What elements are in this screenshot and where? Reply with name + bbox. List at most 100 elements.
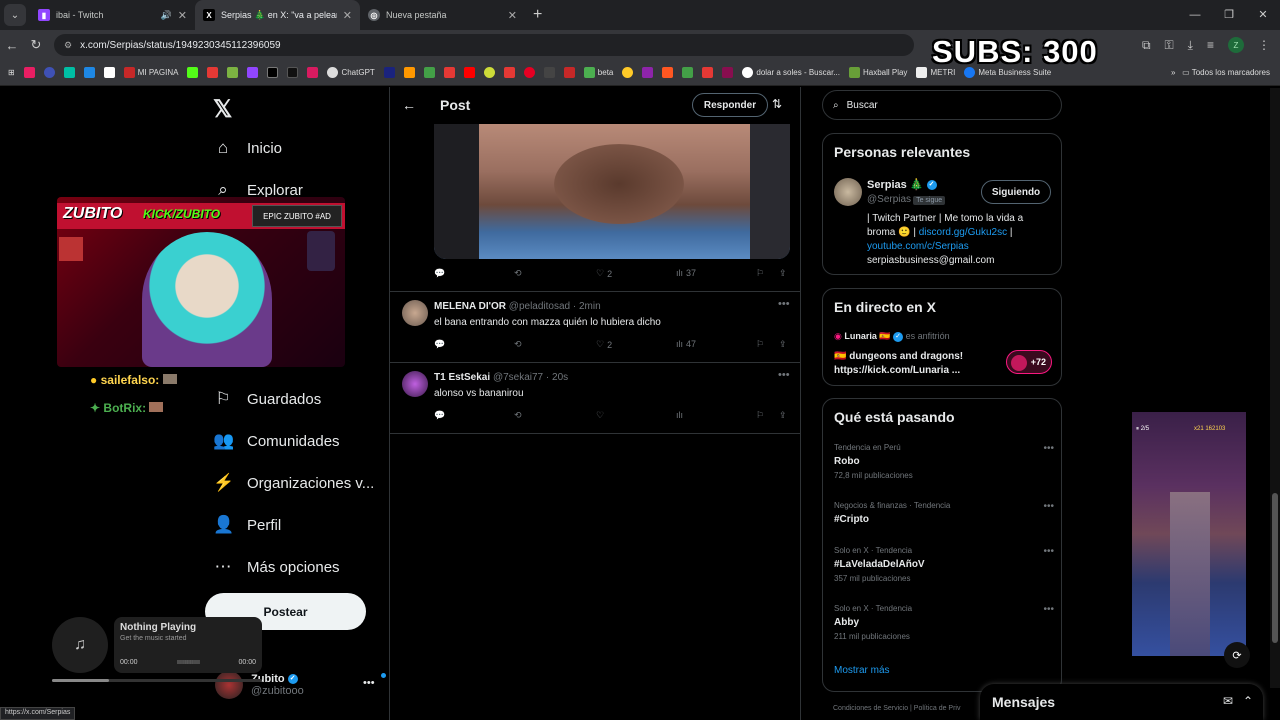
bookmark-icon[interactable] (662, 67, 674, 78)
chevron-up-icon[interactable]: ⌃ (1243, 694, 1253, 708)
bookmark-icon[interactable] (227, 67, 239, 78)
more-icon[interactable]: ••• (1043, 501, 1054, 512)
views-button[interactable]: ılı 47 (676, 339, 696, 349)
bookmark-icon[interactable] (483, 67, 495, 78)
youtube-icon[interactable] (463, 67, 475, 78)
close-window-icon[interactable]: ✕ (1246, 0, 1280, 30)
tab-new[interactable]: ◎ Nueva pestaña ✕ (360, 0, 525, 30)
bookmark-icon[interactable] (423, 67, 435, 78)
close-tab-icon[interactable]: ✕ (508, 9, 517, 22)
trend-item[interactable]: Solo en X · Tendencia #LaVeladaDelAñoV 3… (834, 546, 1054, 583)
avatar[interactable] (402, 300, 428, 326)
bookmark-icon[interactable] (383, 67, 395, 78)
avatar[interactable] (402, 371, 428, 397)
nav-organizations[interactable]: ⚡ Organizaciones v... (213, 473, 374, 493)
reload-icon[interactable]: ↻ (24, 37, 48, 53)
trend-item[interactable]: Tendencia en Perú Robo 72,8 mil publicac… (834, 443, 1054, 480)
bookmark-icon[interactable] (642, 67, 654, 78)
bookmark-icon[interactable] (403, 67, 415, 78)
tab-twitch[interactable]: ▮ ibai - Twitch 🔊 ✕ (30, 0, 195, 30)
search-input[interactable]: ⌕ Buscar (822, 90, 1062, 120)
twitch-icon[interactable] (247, 67, 259, 78)
bookmark-icon[interactable]: ⚐ (756, 410, 764, 421)
new-tab-button[interactable]: + (533, 6, 542, 24)
messages-drawer[interactable]: Mensajes ✉ ⌃ (980, 684, 1263, 720)
apps-icon[interactable]: ⊞ (8, 68, 15, 77)
live-title[interactable]: 🇪🇸 dungeons and dragons! https://kick.co… (834, 350, 984, 378)
site-info-icon[interactable]: ⚙ (64, 40, 72, 51)
reply-author[interactable]: MELENA DI'OR (434, 301, 506, 312)
pinterest-icon[interactable] (523, 67, 535, 78)
all-bookmarks[interactable]: » ▭ Todos los marcadores (1171, 60, 1270, 85)
media-icon[interactable]: ≡ (1207, 38, 1214, 52)
more-icon[interactable]: ••• (778, 369, 790, 381)
bookmark-icon[interactable]: ⚐ (756, 268, 764, 279)
back-icon[interactable]: ← (0, 38, 24, 53)
views-button[interactable]: ılı (676, 410, 683, 420)
bookmark-icon[interactable] (563, 67, 575, 78)
minimize-icon[interactable]: — (1178, 0, 1212, 30)
following-button[interactable]: Siguiendo (981, 180, 1051, 204)
tab-x-post[interactable]: X Serpias 🎄 en X: "va a pelear alon ✕ (195, 0, 360, 30)
speaker-icon[interactable]: 🔊 (161, 10, 172, 21)
sliders-icon[interactable]: ⇅ (772, 97, 782, 111)
download-icon[interactable]: ⤓ (1188, 38, 1193, 53)
bookmark-icon[interactable] (443, 67, 455, 78)
x-icon[interactable] (267, 67, 279, 78)
like-button[interactable]: ♡ 2 (596, 268, 612, 279)
bookmark-icon[interactable] (43, 67, 55, 78)
trend-item[interactable]: Negocios & finanzas · Tendencia #Cripto … (834, 501, 1054, 525)
nav-profile[interactable]: 👤 Perfil (213, 515, 281, 535)
avatar[interactable] (834, 178, 862, 206)
bookmark-icon[interactable] (702, 67, 714, 78)
bookmark-beta[interactable]: beta (583, 67, 613, 78)
back-arrow-icon[interactable]: ← (402, 97, 432, 113)
kick-icon[interactable] (187, 67, 199, 78)
share-icon[interactable]: ⇪ (779, 410, 787, 421)
live-host[interactable]: ◉ Lunaria 🇪🇸 ✓ es anfitrión (834, 331, 950, 342)
reply-author[interactable]: T1 EstSekai (434, 372, 490, 383)
views-button[interactable]: ılı 37 (676, 268, 696, 278)
nav-more[interactable]: ⋯ Más opciones (213, 557, 340, 577)
bookmark-icon[interactable] (83, 67, 95, 78)
reply-icon[interactable]: 💬 (434, 339, 445, 350)
share-icon[interactable]: ⇪ (779, 268, 787, 279)
nav-bookmarks[interactable]: ⚐ Guardados (213, 389, 321, 409)
bookmark-icon[interactable] (622, 67, 634, 78)
reply-icon[interactable]: 💬 (434, 410, 445, 421)
extension-icon[interactable]: ⧉ (1142, 38, 1151, 53)
tiktok-icon[interactable] (287, 67, 299, 78)
instagram-icon[interactable] (307, 67, 319, 78)
bookmark-icon[interactable] (207, 67, 219, 78)
more-icon[interactable]: ••• (1043, 443, 1054, 454)
bookmark-dolar[interactable]: dolar a soles - Buscar... (742, 67, 840, 78)
page-scrollbar[interactable] (1270, 88, 1280, 688)
reply-icon[interactable]: 💬 (434, 268, 445, 279)
live-join-pill[interactable]: +72 (1006, 350, 1052, 374)
like-button[interactable]: ♡ 2 (596, 339, 612, 350)
close-tab-icon[interactable]: ✕ (178, 9, 187, 22)
more-icon[interactable]: ••• (1043, 604, 1054, 615)
more-icon[interactable]: ••• (778, 298, 790, 310)
share-icon[interactable]: ⇪ (779, 339, 787, 350)
nav-home[interactable]: ⌂ Inicio (213, 138, 282, 158)
bookmark-icon[interactable]: ⚐ (756, 339, 764, 350)
tab-search-button[interactable]: ⌄ (4, 4, 26, 26)
grok-icon[interactable]: ⟳ (1224, 642, 1250, 668)
discord-link[interactable]: discord.gg/Guku2sc (919, 227, 1007, 238)
bookmark-icon[interactable] (23, 67, 35, 78)
omnibox[interactable]: ⚙ x.com/Serpias/status/19492303451123960… (54, 34, 914, 56)
music-note-icon[interactable]: ♫ (52, 617, 108, 673)
restore-icon[interactable]: ❐ (1212, 0, 1246, 30)
post-image[interactable] (434, 124, 790, 259)
menu-icon[interactable]: ⋮ (1258, 38, 1270, 52)
more-icon[interactable]: ••• (363, 677, 375, 689)
bookmark-icon[interactable] (722, 67, 734, 78)
x-logo-icon[interactable]: 𝕏 (213, 95, 232, 124)
repost-icon[interactable]: ⟲ (514, 268, 522, 279)
show-more-link[interactable]: Mostrar más (834, 665, 890, 676)
bookmark-chatgpt[interactable]: ChatGPT (327, 67, 375, 78)
bookmark-haxball[interactable]: Haxball Play (848, 67, 907, 78)
bookmark-icon[interactable] (503, 67, 515, 78)
repost-icon[interactable]: ⟲ (514, 339, 522, 350)
